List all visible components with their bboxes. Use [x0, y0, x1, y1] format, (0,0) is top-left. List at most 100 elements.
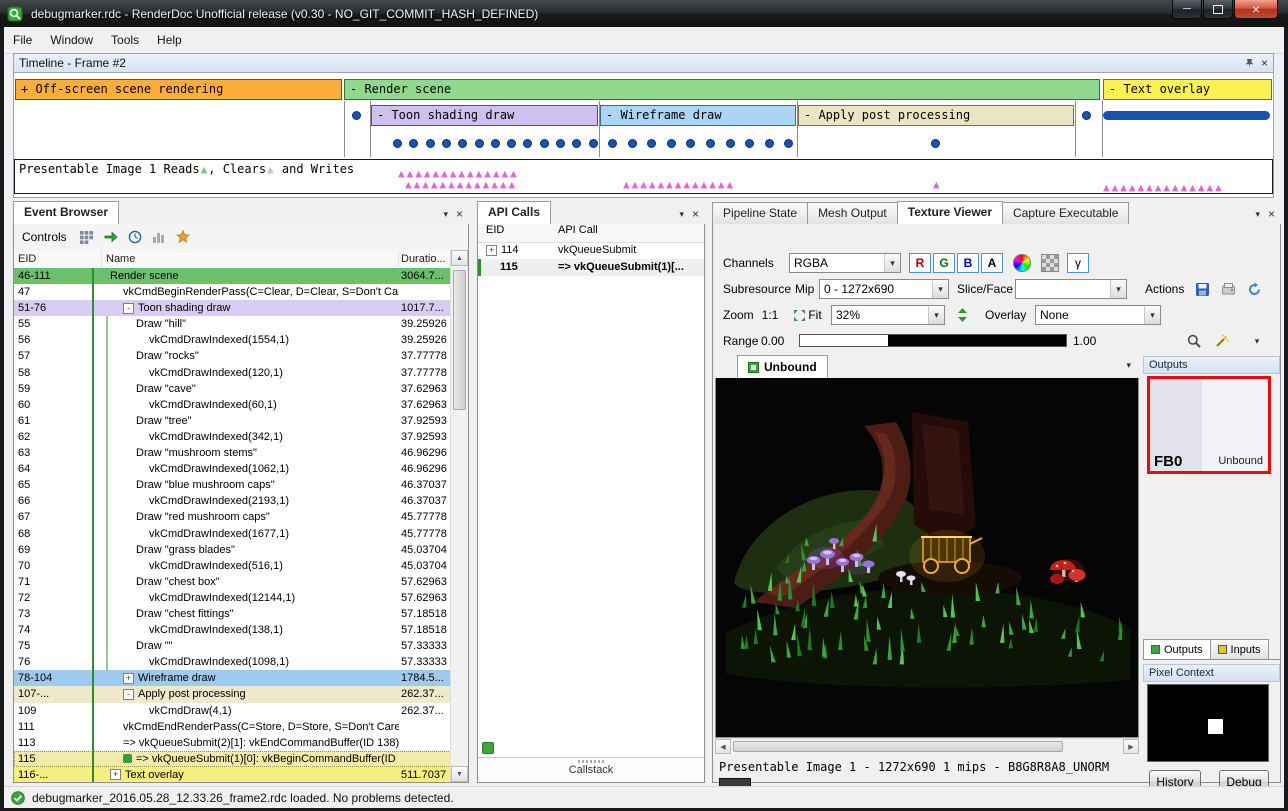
- expand-toggle-icon[interactable]: +: [110, 769, 121, 780]
- event-dot[interactable]: [726, 139, 735, 148]
- time-draws-button[interactable]: [125, 227, 145, 247]
- expand-toggle-icon[interactable]: +: [486, 245, 497, 256]
- column-header[interactable]: API Call: [558, 224, 704, 242]
- overlay-select[interactable]: None ▾: [1035, 305, 1161, 325]
- table-row[interactable]: 75Draw ""57.33333: [14, 638, 451, 654]
- callstack-section[interactable]: Callstack: [478, 757, 704, 782]
- close-button[interactable]: ×: [1234, 0, 1278, 19]
- table-row[interactable]: +114vkQueueSubmit: [478, 242, 704, 259]
- table-row[interactable]: 74vkCmdDrawIndexed(138,1)57.18518: [14, 622, 451, 638]
- channel-b-button[interactable]: B: [957, 253, 979, 273]
- event-browser-scrollbar[interactable]: ▲ ▼: [450, 250, 468, 782]
- custom-display-button[interactable]: [1011, 252, 1033, 274]
- column-header[interactable]: Duratio...: [399, 250, 451, 268]
- menu-item-tools[interactable]: Tools: [102, 30, 148, 50]
- find-event-button[interactable]: [77, 227, 97, 247]
- table-row[interactable]: 64vkCmdDrawIndexed(1062,1)46.96296: [14, 461, 451, 477]
- event-dot[interactable]: [393, 139, 402, 148]
- timeline-bar[interactable]: - Wireframe draw: [600, 105, 796, 126]
- table-row[interactable]: 111vkCmdEndRenderPass(C=Store, D=Store, …: [14, 719, 451, 735]
- event-dot[interactable]: [442, 139, 451, 148]
- event-dot[interactable]: [523, 139, 532, 148]
- texture-viewport[interactable]: [715, 378, 1139, 738]
- write-marker-group[interactable]: ▲▲▲▲▲▲▲▲▲▲▲▲▲: [623, 173, 735, 192]
- column-header[interactable]: Name: [102, 250, 399, 268]
- tab-event-browser[interactable]: Event Browser: [13, 201, 119, 224]
- checker-background-button[interactable]: [1039, 252, 1061, 274]
- maximize-button[interactable]: [1203, 0, 1233, 19]
- event-dot[interactable]: [540, 139, 549, 148]
- write-marker-group[interactable]: ▲: [933, 173, 942, 192]
- scroll-down-button[interactable]: ▼: [451, 766, 468, 782]
- panel-menu-icon[interactable]: ▾: [443, 209, 448, 220]
- table-row[interactable]: 60vkCmdDrawIndexed(60,1)37.62963: [14, 397, 451, 413]
- timeline-bar[interactable]: - Toon shading draw: [371, 105, 598, 126]
- table-row[interactable]: 51-76-Toon shading draw1017.7...: [14, 300, 451, 316]
- event-dot[interactable]: [667, 139, 676, 148]
- event-dot[interactable]: [765, 139, 774, 148]
- event-dot[interactable]: [647, 139, 656, 148]
- table-row[interactable]: 62vkCmdDrawIndexed(342,1)37.92593: [14, 429, 451, 445]
- gamma-button[interactable]: γ: [1067, 253, 1089, 273]
- autofit-range-button[interactable]: [1211, 330, 1233, 352]
- event-dot[interactable]: [556, 139, 565, 148]
- event-dot[interactable]: [507, 139, 516, 148]
- menu-item-file[interactable]: File: [4, 30, 41, 50]
- table-row[interactable]: 115=> vkQueueSubmit(1)[...: [478, 259, 704, 276]
- panel-menu-icon[interactable]: ▾: [1255, 209, 1260, 220]
- event-dot[interactable]: [686, 139, 695, 148]
- scroll-thumb[interactable]: [453, 270, 466, 410]
- panel-close-icon[interactable]: ×: [1268, 208, 1275, 220]
- timeline-bar[interactable]: - Text overlay: [1103, 79, 1272, 100]
- timeline-span-bar[interactable]: [1103, 111, 1270, 120]
- write-marker-group[interactable]: ▲▲▲▲▲▲▲▲▲▲▲▲▲▲: [1103, 176, 1224, 195]
- minimize-button[interactable]: ─: [1172, 0, 1202, 19]
- expand-toggle-icon[interactable]: -: [123, 303, 134, 314]
- fb0-thumbnail[interactable]: FB0 Unbound: [1147, 376, 1271, 474]
- table-row[interactable]: 70vkCmdDrawIndexed(516,1)45.03704: [14, 558, 451, 574]
- table-row[interactable]: 116-...+Text overlay511.7037: [14, 767, 451, 782]
- zoom-fit-button[interactable]: Fit: [785, 305, 831, 325]
- table-row[interactable]: 68vkCmdDrawIndexed(1677,1)45.77778: [14, 526, 451, 542]
- texture-hscrollbar[interactable]: ◀ ▶: [715, 738, 1139, 754]
- scroll-thumb[interactable]: [733, 741, 1063, 752]
- channel-r-button[interactable]: R: [909, 253, 931, 273]
- tab-mesh-output[interactable]: Mesh Output: [807, 202, 898, 224]
- pin-icon[interactable]: [1244, 58, 1255, 69]
- timeline-titlebar[interactable]: Timeline - Frame #2 ×: [13, 53, 1274, 73]
- panel-close-icon[interactable]: ×: [456, 208, 463, 220]
- event-dot[interactable]: [706, 139, 715, 148]
- column-header[interactable]: EID: [478, 224, 558, 242]
- goto-eid-button[interactable]: [101, 227, 121, 247]
- texture-list-icon[interactable]: ▾: [1126, 360, 1131, 370]
- mip-select[interactable]: 0 - 1272x690 ▾: [819, 279, 949, 299]
- tab-texture-viewer[interactable]: Texture Viewer: [897, 201, 1003, 224]
- table-row[interactable]: 113=> vkQueueSubmit(2)[1]: vkEndCommandB…: [14, 735, 451, 751]
- event-dot[interactable]: [491, 139, 500, 148]
- timeline-close-icon[interactable]: ×: [1261, 57, 1268, 69]
- tab-unbound-texture[interactable]: Unbound: [737, 355, 828, 378]
- channel-a-button[interactable]: A: [981, 253, 1003, 273]
- title-bar[interactable]: debugmarker.rdc - RenderDoc Unofficial r…: [0, 0, 1288, 27]
- event-dot[interactable]: [475, 139, 484, 148]
- tab-capture-executable[interactable]: Capture Executable: [1002, 202, 1129, 224]
- timeline-bar[interactable]: + Off-screen scene rendering: [15, 79, 342, 100]
- save-texture-button[interactable]: [1191, 278, 1213, 300]
- table-row[interactable]: 69Draw "grass blades"45.03704: [14, 542, 451, 558]
- splitter-grip[interactable]: [578, 760, 604, 763]
- event-dot[interactable]: [409, 139, 418, 148]
- bookmark-button[interactable]: [173, 227, 193, 247]
- zoom-level-select[interactable]: 32% ▾: [831, 305, 945, 325]
- event-dot[interactable]: [352, 111, 361, 120]
- tab-pipeline-state[interactable]: Pipeline State: [712, 202, 808, 224]
- scroll-right-button[interactable]: ▶: [1123, 739, 1139, 754]
- more-options-button[interactable]: ▾: [1249, 330, 1265, 352]
- table-row[interactable]: 57Draw "rocks"37.77778: [14, 348, 451, 364]
- event-dot[interactable]: [589, 139, 598, 148]
- table-row[interactable]: 58vkCmdDrawIndexed(120,1)37.77778: [14, 365, 451, 381]
- table-row[interactable]: 76vkCmdDrawIndexed(1098,1)57.33333: [14, 654, 451, 670]
- panel-close-icon[interactable]: ×: [692, 208, 699, 220]
- channel-g-button[interactable]: G: [933, 253, 955, 273]
- expand-toggle-icon[interactable]: +: [123, 673, 134, 684]
- tab-api-calls[interactable]: API Calls: [477, 201, 551, 224]
